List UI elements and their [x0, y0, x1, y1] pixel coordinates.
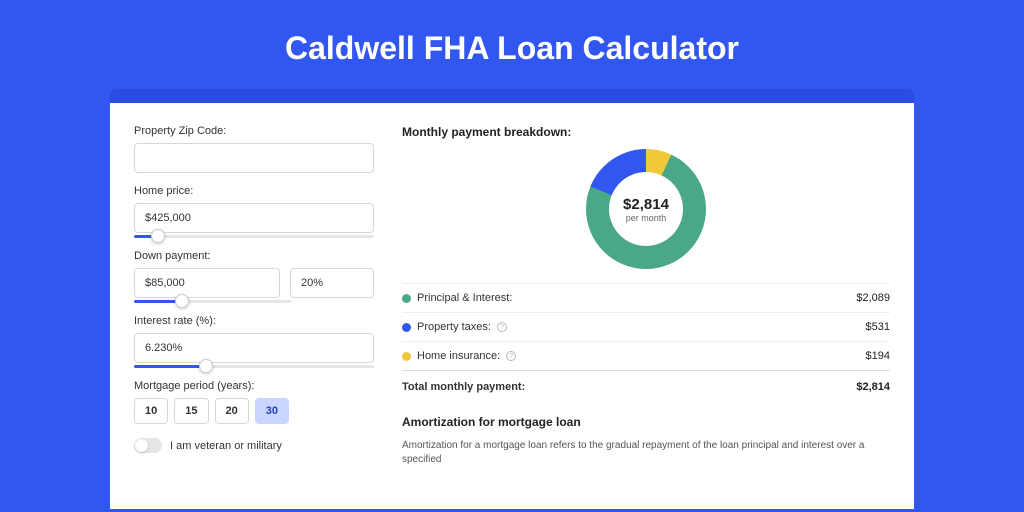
down-payment-pct-input[interactable] [290, 268, 374, 298]
total-label: Total monthly payment: [402, 381, 525, 393]
down-payment-group: Down payment: [134, 250, 374, 303]
down-payment-amount-input[interactable] [134, 268, 280, 298]
zip-input[interactable] [134, 143, 374, 173]
donut-ring: $2,814 per month [586, 149, 706, 269]
form-column: Property Zip Code: Home price: Down paym… [134, 125, 374, 489]
home-price-label: Home price: [134, 185, 374, 197]
zip-field-group: Property Zip Code: [134, 125, 374, 173]
down-payment-label: Down payment: [134, 250, 374, 262]
period-btn-15[interactable]: 15 [174, 398, 208, 424]
total-value: $2,814 [856, 381, 890, 393]
swatch-icon [402, 323, 411, 332]
calculator-card: Property Zip Code: Home price: Down paym… [110, 103, 914, 509]
page-title: Caldwell FHA Loan Calculator [0, 0, 1024, 89]
period-btn-10[interactable]: 10 [134, 398, 168, 424]
donut-label: per month [626, 213, 667, 223]
legend-value: $2,089 [856, 292, 890, 304]
legend-value: $194 [866, 350, 890, 362]
interest-label: Interest rate (%): [134, 315, 374, 327]
home-price-slider[interactable] [134, 235, 374, 238]
interest-slider[interactable] [134, 365, 374, 368]
legend-row-taxes: Property taxes: ? $531 [402, 312, 890, 341]
donut-value: $2,814 [623, 196, 669, 213]
amortization-text: Amortization for a mortgage loan refers … [402, 439, 890, 467]
info-icon[interactable]: ? [497, 322, 507, 332]
legend-row-total: Total monthly payment: $2,814 [402, 370, 890, 403]
veteran-row: I am veteran or military [134, 438, 374, 453]
home-price-input[interactable] [134, 203, 374, 233]
period-label: Mortgage period (years): [134, 380, 374, 392]
slider-thumb[interactable] [199, 359, 213, 373]
toggle-knob [135, 439, 148, 452]
period-group: Mortgage period (years): 10 15 20 30 [134, 380, 374, 424]
swatch-icon [402, 352, 411, 361]
calculator-card-outer: Property Zip Code: Home price: Down paym… [110, 89, 914, 509]
zip-label: Property Zip Code: [134, 125, 374, 137]
slider-thumb[interactable] [151, 229, 165, 243]
veteran-toggle[interactable] [134, 438, 162, 453]
legend-row-insurance: Home insurance: ? $194 [402, 341, 890, 370]
veteran-label: I am veteran or military [170, 440, 282, 452]
legend-value: $531 [866, 321, 890, 333]
slider-fill [134, 365, 206, 368]
interest-group: Interest rate (%): [134, 315, 374, 368]
down-payment-slider[interactable] [134, 300, 292, 303]
donut-center: $2,814 per month [609, 172, 683, 246]
period-btn-20[interactable]: 20 [215, 398, 249, 424]
period-btn-30[interactable]: 30 [255, 398, 289, 424]
amortization-title: Amortization for mortgage loan [402, 415, 890, 429]
legend-label: Property taxes: [417, 321, 491, 333]
amortization-block: Amortization for mortgage loan Amortizat… [402, 415, 890, 467]
donut-chart: $2,814 per month [402, 149, 890, 269]
legend-label: Home insurance: [417, 350, 500, 362]
breakdown-column: Monthly payment breakdown: $2,814 per mo… [402, 125, 890, 489]
legend-row-principal: Principal & Interest: $2,089 [402, 283, 890, 312]
period-options: 10 15 20 30 [134, 398, 374, 424]
swatch-icon [402, 294, 411, 303]
home-price-group: Home price: [134, 185, 374, 238]
info-icon[interactable]: ? [506, 351, 516, 361]
legend-label: Principal & Interest: [417, 292, 512, 304]
slider-thumb[interactable] [175, 294, 189, 308]
interest-input[interactable] [134, 333, 374, 363]
breakdown-title: Monthly payment breakdown: [402, 125, 890, 139]
